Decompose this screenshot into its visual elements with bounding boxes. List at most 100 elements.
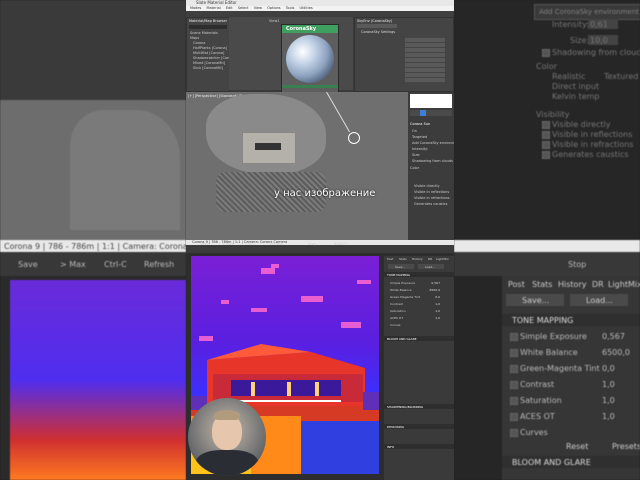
denoising-header[interactable]: DENOISING <box>384 424 454 429</box>
tone-mapping-row-label[interactable]: Green-Magenta Tint <box>390 295 420 299</box>
right-blurred-background: Add CoronaSky environment Intensity: 0,6… <box>454 0 640 480</box>
blurred-row-label: Curves <box>520 428 548 437</box>
blurred-row-check <box>510 365 518 373</box>
browser-item[interactable]: Maps <box>190 36 199 40</box>
browser-item[interactable]: HalfPlants [Corona] <box>193 46 227 50</box>
cp-item[interactable]: Add CoronaSky environment <box>412 141 454 145</box>
menu-options[interactable]: Options <box>267 6 281 10</box>
param-field[interactable] <box>405 48 445 52</box>
post-load-label: Load... <box>425 265 436 269</box>
tone-mapping-row-value[interactable]: 1,0 <box>435 309 440 313</box>
tone-mapping-row-label[interactable]: ACES OT <box>390 316 403 320</box>
param-field[interactable] <box>405 63 445 67</box>
browser-item[interactable]: Slick [CoronaMtl] <box>193 66 223 70</box>
tone-mapping-row-value[interactable]: 1,0 <box>435 316 440 320</box>
param-field[interactable] <box>405 78 445 82</box>
post-save-button[interactable]: Save... <box>388 264 414 269</box>
menu-tools[interactable]: Tools <box>286 6 295 10</box>
blurred-row-value: 1,0 <box>602 396 615 405</box>
blurred-direct-input: Direct input <box>552 82 600 91</box>
vfb-save-button[interactable]: Save <box>200 242 209 246</box>
tone-mapping-row-value[interactable]: 0,567 <box>431 281 440 285</box>
param-field[interactable] <box>405 43 445 47</box>
blurred-row-label: Simple Exposure <box>520 332 587 341</box>
tone-mapping-row-label[interactable]: Simple Exposure <box>390 281 415 285</box>
info-header[interactable]: INFO <box>384 444 454 449</box>
tone-mapping-row-label[interactable]: Contrast <box>390 302 403 306</box>
params-rollout[interactable]: CoronaSky Settings <box>361 30 395 34</box>
browser-item[interactable]: Mixed [CoronaMtl] <box>193 61 225 65</box>
browser-item[interactable]: MultiMat [Corona] <box>193 51 224 55</box>
node-view[interactable]: View1 CoronaSky <box>229 17 353 110</box>
blurred-refresh: Refresh <box>144 260 175 269</box>
vfb-toolbar: Save > Max Ctrl-C Refresh Stop BEAUTY <box>186 242 454 253</box>
blurred-right-toolbar: Stop <box>454 252 640 276</box>
tone-mapping-row-value[interactable]: 1,0 <box>435 302 440 306</box>
browser-item[interactable]: Scene Materials <box>190 31 218 35</box>
tab-post[interactable]: Post <box>387 257 393 261</box>
browser-search[interactable] <box>189 25 227 29</box>
param-field[interactable] <box>405 38 445 42</box>
cp-item[interactable]: Targeted <box>412 135 427 139</box>
cp-visibility-item[interactable]: Visible in refractions <box>414 196 450 200</box>
param-field[interactable] <box>405 53 445 57</box>
tone-mapping-row-label[interactable]: Curves <box>390 323 400 327</box>
vfb-refresh-button[interactable]: Refresh <box>270 242 283 246</box>
tone-mapping-row-label[interactable]: White Balance <box>390 288 412 292</box>
menu-edit[interactable]: Edit <box>226 6 233 10</box>
menu-select[interactable]: Select <box>238 6 249 10</box>
tab-stats[interactable]: Stats <box>399 257 407 261</box>
parameter-editor: SkyEnv (CoronaSky) CoronaSky Settings <box>354 17 454 92</box>
vfb-stop-button[interactable]: Stop <box>308 242 316 246</box>
corona-sun-rollout[interactable]: Corona Sun <box>410 122 430 126</box>
cp-visibility-item[interactable]: Visible directly <box>414 184 440 188</box>
blurred-tab-history: History <box>558 280 587 289</box>
blurred-save-label: Save... <box>522 296 550 305</box>
menu-utilities[interactable]: Utilities <box>300 6 313 10</box>
menu-view[interactable]: View <box>254 6 262 10</box>
param-field[interactable] <box>405 68 445 72</box>
tab-history[interactable]: History <box>412 257 423 261</box>
tone-mapping-header[interactable]: TONE MAPPING <box>384 272 454 277</box>
vfb-pass-select[interactable]: BEAUTY <box>334 242 348 246</box>
sun-light-icon[interactable] <box>348 132 360 144</box>
blurred-vis-reflections: Visible in reflections <box>552 130 633 139</box>
cp-visibility-item[interactable]: Visible in reflections <box>414 190 449 194</box>
blurred-row-label: Saturation <box>520 396 562 405</box>
menu-material[interactable]: Material <box>207 6 221 10</box>
vfb-max-button[interactable]: > Max <box>222 242 233 246</box>
blurred-add-sky-label: Add CoronaSky environment <box>539 8 639 16</box>
blurred-bloom-label: BLOOM AND GLARE <box>512 458 591 467</box>
tab-lightmix[interactable]: LightMix <box>436 257 449 261</box>
cp-item[interactable]: Shadowing from clouds <box>412 159 453 163</box>
blurred-row-check <box>510 349 518 357</box>
vfb-ctrlc-button[interactable]: Ctrl-C <box>246 242 256 246</box>
cp-item[interactable]: Size: <box>412 153 420 157</box>
building-window <box>255 143 281 150</box>
cp-visibility-item[interactable]: Generates caustics <box>414 202 448 206</box>
modify-tab-icon[interactable] <box>420 110 426 116</box>
tone-mapping-row-label[interactable]: Saturation <box>390 309 406 313</box>
param-field[interactable] <box>405 58 445 62</box>
cp-item[interactable]: Intensity: <box>412 147 428 151</box>
blurred-row-check <box>510 333 518 341</box>
menu-modes[interactable]: Modes <box>190 6 201 10</box>
params-name-field[interactable] <box>357 24 397 28</box>
param-field[interactable] <box>405 73 445 77</box>
browser-title: Material/Map Browser <box>189 19 228 23</box>
bloom-header[interactable]: BLOOM AND GLARE <box>384 336 454 341</box>
building-model <box>242 132 296 164</box>
tone-mapping-row-value[interactable]: 6500,0 <box>430 288 441 292</box>
blurred-load-btn: Load... <box>570 294 628 306</box>
blurred-tm-label: TONE MAPPING <box>512 316 574 325</box>
browser-item[interactable]: Corona <box>193 41 205 45</box>
tab-dr[interactable]: DR <box>428 257 432 261</box>
blurred-vis-refractions: Visible in refractions <box>552 140 634 149</box>
video-caption: у нас изображение <box>274 188 376 199</box>
cp-item[interactable]: On <box>412 129 417 133</box>
tone-mapping-row-value[interactable]: 0,0 <box>435 295 440 299</box>
perspective-viewport[interactable]: [+] [Perspective] [Standard] [Default Sh… <box>186 92 408 240</box>
sharpening-header[interactable]: SHARPENING/BLURRING <box>384 404 454 409</box>
post-load-button[interactable]: Load... <box>418 264 444 269</box>
panel-tabs[interactable] <box>410 110 452 116</box>
